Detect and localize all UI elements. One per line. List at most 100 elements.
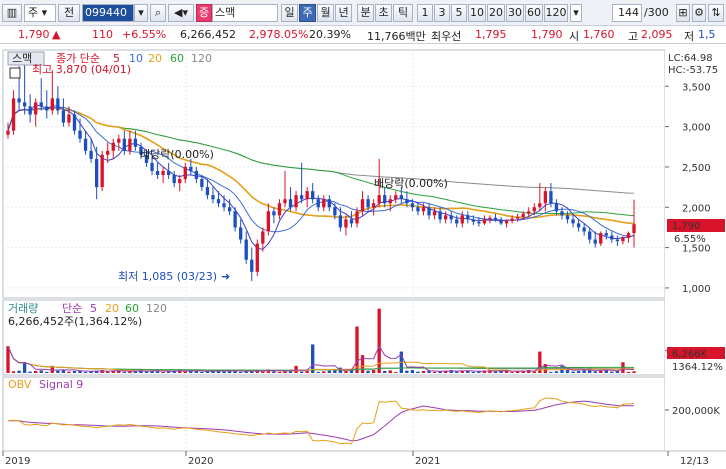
search-icon[interactable]: ⌕	[150, 4, 166, 22]
grid-icon[interactable]: ⊞	[676, 4, 690, 22]
volume-bar	[144, 371, 149, 373]
obv-signal-label: Signal 9	[39, 378, 83, 391]
volume-ma-60: 60	[125, 302, 139, 315]
current-volume-pct: 1364.12%	[672, 362, 723, 373]
candle-body	[255, 243, 259, 272]
price-tab-label: 스맥	[12, 52, 32, 65]
interval-120[interactable]: 120	[544, 4, 568, 22]
candle-count-input[interactable]: 144	[612, 4, 642, 22]
y-tick-label: 3,500	[682, 82, 711, 93]
volume-bar	[283, 371, 287, 373]
current-price: 1,790	[18, 28, 50, 41]
period-year[interactable]: 년	[335, 4, 352, 22]
volume-ma-label: 단순	[62, 302, 82, 315]
interval-1[interactable]: 1	[417, 4, 433, 22]
code-dropdown-icon[interactable]: ▾	[134, 4, 148, 22]
candle-body	[554, 203, 559, 212]
volume-bar	[383, 370, 387, 373]
volume-bar	[432, 371, 437, 373]
interval-10[interactable]: 10	[468, 4, 486, 22]
calendar-icon[interactable]	[9, 67, 21, 79]
window-menu-icon[interactable]: ▥	[2, 4, 22, 22]
period-minute[interactable]: 분	[357, 4, 374, 22]
period-day[interactable]: 일	[281, 4, 298, 22]
volume-value-text: 6,266,452주(1,364.12%)	[8, 315, 142, 328]
period-month[interactable]: 월	[317, 4, 334, 22]
volume-bar	[355, 326, 359, 373]
volume-ma-120: 120	[146, 302, 167, 315]
current-price-tag-label: 1,790	[672, 221, 701, 232]
interval-3[interactable]: 3	[434, 4, 450, 22]
hc-value: HC:-53.75	[668, 65, 718, 76]
volume-bar	[593, 371, 597, 373]
candle-body	[615, 239, 620, 242]
candle-body	[371, 203, 376, 208]
time-label-2021: 2021	[415, 456, 440, 467]
candle-body	[89, 150, 93, 159]
speaker-icon[interactable]: ◀▾	[168, 4, 194, 22]
stock-name-field[interactable]: 스맥	[212, 4, 278, 22]
settings-icon[interactable]: ⚙	[692, 4, 706, 22]
interval-dropdown-icon[interactable]: ▾	[570, 4, 582, 22]
volume-bar	[394, 371, 398, 373]
candle-body	[355, 211, 359, 224]
volume-bar	[410, 370, 415, 373]
obv-panel[interactable]	[2, 376, 666, 452]
candle-body	[527, 211, 531, 214]
candle-body	[78, 130, 82, 139]
candle-body	[333, 207, 337, 216]
volume-bar	[299, 371, 304, 373]
candle-body	[599, 233, 603, 244]
volume-bar	[582, 370, 586, 373]
candle-body	[488, 217, 492, 220]
candle-body	[532, 207, 536, 212]
volume-bar	[277, 371, 282, 373]
stock-code-input[interactable]: 099440	[82, 4, 134, 22]
candle-body	[150, 162, 154, 171]
dividend-annotation-2: 배당락(0.00%)	[374, 177, 448, 190]
candle-body	[117, 138, 121, 143]
volume-bar	[34, 370, 38, 373]
candle-body	[161, 170, 165, 175]
candle-body	[349, 219, 354, 224]
y-tick-label: 2,500	[682, 163, 711, 174]
prev-button[interactable]: 전	[58, 4, 80, 22]
volume-bar	[405, 370, 409, 373]
period-second[interactable]: 초	[375, 4, 392, 22]
volume-bar	[67, 371, 71, 373]
volume-panel[interactable]	[2, 299, 666, 376]
volume-percent: 2,978.05%	[249, 28, 309, 41]
candle-body	[443, 215, 448, 220]
candle-body	[155, 170, 160, 175]
candle-body	[172, 175, 176, 184]
candle-body	[128, 138, 132, 151]
interval-5[interactable]: 5	[451, 4, 467, 22]
candle-body	[588, 231, 592, 240]
volume-bar	[349, 370, 354, 373]
volume-bar	[599, 370, 603, 373]
candle-body	[189, 166, 193, 171]
market-select[interactable]: 주 ▾	[24, 4, 56, 22]
candle-body	[133, 138, 138, 147]
volume-bar	[510, 371, 514, 373]
candle-body	[632, 224, 636, 234]
ma-legend-20: 20	[148, 52, 162, 65]
interval-30[interactable]: 30	[506, 4, 524, 22]
obv-tick-label: 200,000K	[672, 406, 720, 417]
sort-icon[interactable]: ⇅	[708, 4, 724, 22]
volume-bar	[371, 370, 376, 373]
volume-bar	[22, 362, 27, 373]
candle-body	[582, 227, 586, 232]
candle-body	[266, 211, 271, 232]
period-tick[interactable]: 틱	[393, 4, 413, 22]
chart-canvas[interactable]: 3,5003,0002,5002,0001,5001,00025,000K200…	[0, 44, 726, 469]
candle-body	[122, 138, 126, 151]
best-ask: 1,795	[475, 28, 507, 41]
candle-body	[510, 218, 514, 221]
interval-20[interactable]: 20	[487, 4, 505, 22]
volume-bar	[532, 371, 536, 373]
period-week[interactable]: 주	[299, 4, 316, 22]
candle-body	[410, 203, 415, 208]
candle-body	[227, 207, 232, 212]
interval-60[interactable]: 60	[525, 4, 543, 22]
